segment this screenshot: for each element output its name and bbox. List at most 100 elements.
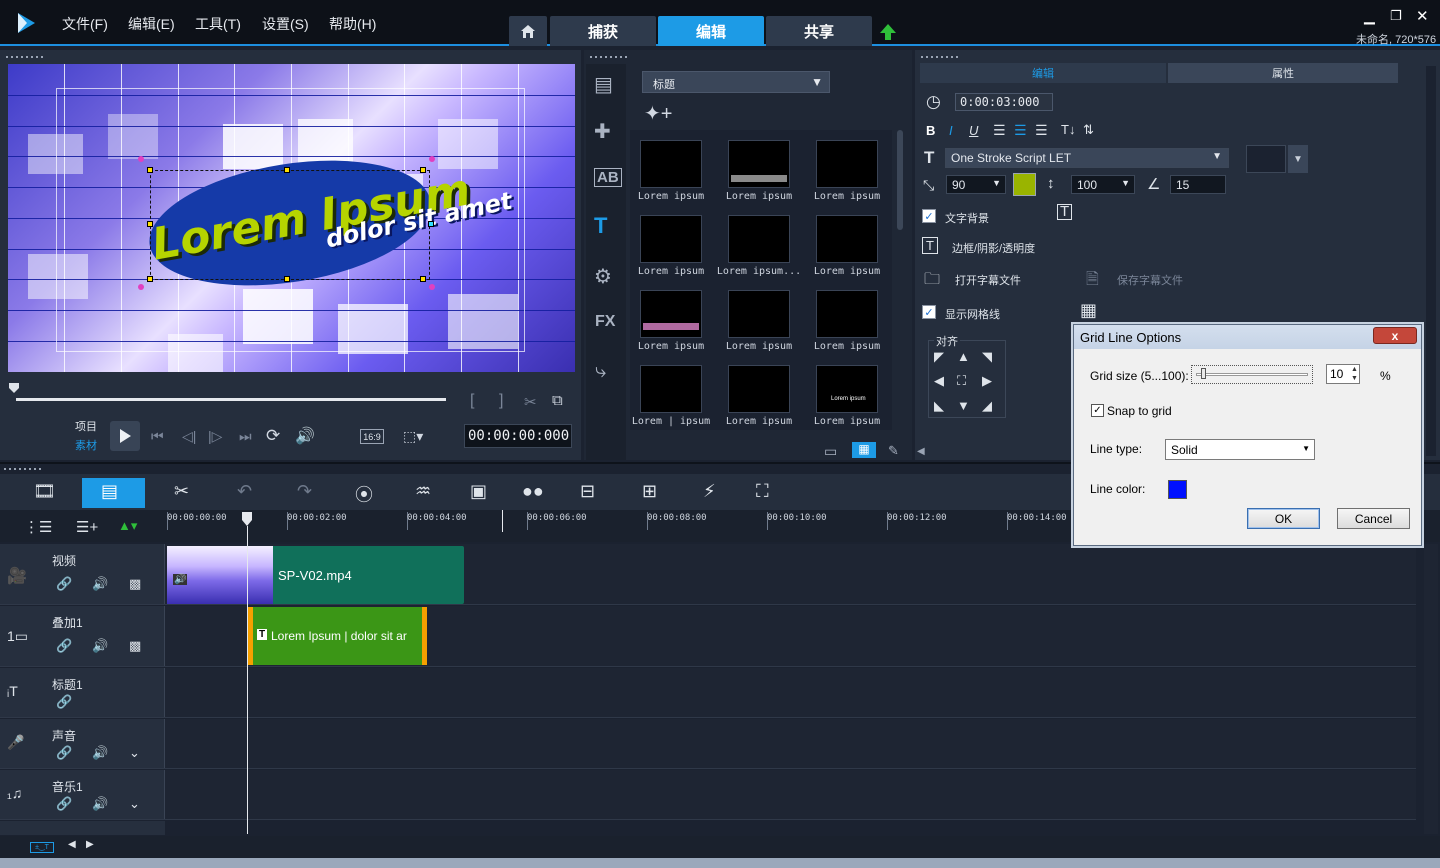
line-type-select[interactable]: Solid ▼ — [1165, 439, 1315, 460]
italic-icon[interactable]: I — [949, 123, 953, 138]
filter-fx-icon[interactable]: FX — [595, 313, 615, 331]
show-grid-checkbox[interactable]: ✓ — [922, 305, 936, 319]
title-preset-thumb[interactable]: Lorem ipsum — [816, 365, 878, 413]
align-bottom-left-icon[interactable]: ◣ — [934, 398, 944, 414]
go-start-icon[interactable]: ⏮ — [151, 428, 164, 445]
link-icon[interactable]: 🔗 — [56, 576, 72, 592]
open-subtitle-label[interactable]: 打开字幕文件 — [955, 272, 1021, 288]
close-window-icon[interactable]: ✕ — [1416, 7, 1429, 25]
grid-size-slider[interactable] — [1191, 365, 1313, 384]
menu-help[interactable]: 帮助(H) — [329, 14, 376, 34]
snap-to-grid-label[interactable]: Snap to grid — [1107, 404, 1172, 418]
title-preset-thumb[interactable] — [728, 215, 790, 263]
resize-handle[interactable] — [284, 167, 290, 173]
rotate-handle[interactable] — [138, 284, 144, 290]
mode-clip[interactable]: 素材 — [75, 437, 97, 453]
title-preset-thumb[interactable] — [728, 365, 790, 413]
prev-frame-icon[interactable]: ◁| — [182, 428, 196, 445]
preview-canvas[interactable]: Lorem Ipsum dolor sit amet — [8, 64, 575, 372]
title-preset-thumb[interactable] — [728, 140, 790, 188]
scroll-left-icon[interactable]: ◀ — [68, 839, 76, 850]
angle-field[interactable]: 15 — [1170, 175, 1226, 194]
zoom-to-fit-icon[interactable]: ±‿T — [30, 842, 54, 853]
sound-mixer-icon[interactable]: ♒ — [415, 481, 431, 502]
path-icon[interactable]: ⤷ — [595, 360, 606, 383]
rotate-handle[interactable] — [138, 156, 144, 162]
view-list-icon[interactable]: ▭ — [824, 443, 837, 460]
bold-icon[interactable]: B — [926, 123, 935, 138]
grid-toggle-icon[interactable]: ▩ — [129, 576, 141, 592]
scrubber-handle[interactable] — [9, 383, 19, 393]
link-icon[interactable]: 🔗 — [56, 796, 72, 812]
mark-in-icon[interactable]: [ — [470, 392, 474, 410]
align-center-pos-icon[interactable]: ⛶ — [957, 373, 966, 389]
tab-edit[interactable]: 编辑 — [658, 16, 764, 46]
text-background-settings-icon[interactable]: T — [1057, 204, 1073, 220]
tab-options-attributes[interactable]: 属性 — [1168, 63, 1398, 83]
resize-handle[interactable] — [147, 221, 153, 227]
title-preset-thumb[interactable] — [816, 215, 878, 263]
library-category-dropdown[interactable]: 标题 ▼ — [642, 71, 830, 93]
text-flip-icon[interactable]: ⇅ — [1083, 122, 1094, 138]
go-end-icon[interactable]: ⏭ — [239, 428, 252, 445]
align-top-right-icon[interactable]: ◥ — [982, 349, 992, 365]
resize-handle[interactable] — [147, 167, 153, 173]
playhead-handle[interactable] — [242, 512, 252, 526]
underline-icon[interactable]: U — [969, 123, 978, 138]
resize-handle[interactable] — [420, 276, 426, 282]
align-right-icon[interactable]: ☰ — [1035, 122, 1048, 139]
slider-thumb[interactable] — [1201, 368, 1206, 379]
open-subtitle-icon[interactable]: 🗀 — [924, 268, 940, 295]
add-to-favorites-icon[interactable]: ✦+ — [644, 101, 672, 126]
vertical-text-icon[interactable]: T↓ — [1061, 122, 1075, 137]
undo-icon[interactable]: ↶ — [237, 481, 252, 502]
title-icon[interactable]: T — [594, 213, 607, 239]
tab-capture[interactable]: 捕获 — [550, 16, 656, 46]
menu-file[interactable]: 文件(F) — [62, 14, 108, 34]
text-background-checkbox[interactable]: ✓ — [922, 209, 936, 223]
align-bottom-right-icon[interactable]: ◢ — [982, 398, 992, 414]
tab-options-edit[interactable]: 编辑 — [920, 63, 1166, 83]
auto-music-icon[interactable]: ▣ — [470, 481, 487, 502]
instant-project-icon[interactable]: ✚ — [594, 119, 611, 144]
title-preset-thumb[interactable] — [816, 140, 878, 188]
minimize-icon[interactable]: ▁ — [1364, 8, 1375, 25]
align-right-pos-icon[interactable]: ▶ — [982, 373, 992, 389]
volume-icon[interactable]: 🔊 — [92, 576, 108, 592]
title-preset-thumb[interactable] — [640, 140, 702, 188]
resize-handle[interactable] — [428, 221, 434, 227]
title-preset-thumb[interactable] — [816, 290, 878, 338]
font-size-field[interactable]: 90 ▼ — [946, 175, 1006, 194]
motion-tracking-icon[interactable]: ●● — [522, 481, 544, 502]
view-thumb-icon[interactable]: ▦ — [852, 442, 876, 458]
restore-icon[interactable]: ❐ — [1390, 8, 1402, 24]
scrubber-bar[interactable] — [16, 398, 446, 401]
video-clip[interactable]: 🔊 SP-V02.mp4 — [167, 546, 464, 604]
text-color-swatch[interactable] — [1013, 173, 1036, 196]
title-preset-thumb[interactable] — [640, 215, 702, 263]
timecode-field[interactable]: 00:00:00:000 — [464, 424, 572, 448]
title-preset-thumb[interactable] — [640, 365, 702, 413]
scissors-icon[interactable]: ✂ — [524, 393, 537, 411]
preset-dropdown[interactable]: ▼ — [1288, 145, 1308, 173]
mark-out-icon[interactable]: ] — [499, 392, 503, 410]
tools-icon[interactable]: ✂ — [174, 481, 189, 502]
add-track-icon[interactable]: ☰+ — [76, 518, 98, 536]
line-color-swatch[interactable] — [1168, 480, 1187, 499]
title-preset-thumb[interactable] — [640, 290, 702, 338]
multi-camera-icon[interactable]: ⊞ — [642, 481, 657, 502]
cancel-button[interactable]: Cancel — [1337, 508, 1410, 529]
resize-handle[interactable] — [147, 276, 153, 282]
title-preset-thumb[interactable] — [728, 290, 790, 338]
redo-icon[interactable]: ↷ — [297, 481, 312, 502]
enlarge-preview-icon[interactable]: ⧉ — [552, 392, 563, 409]
record-capture-icon[interactable]: ⦿ — [355, 481, 373, 507]
border-shadow-icon[interactable]: T — [922, 237, 938, 254]
text-preset-swatch[interactable] — [1246, 145, 1286, 173]
rotate-handle[interactable] — [429, 284, 435, 290]
speed-icon[interactable]: ⚡ — [703, 481, 716, 502]
repeat-icon[interactable]: ⟳ — [266, 426, 280, 446]
subtitle-editor-icon[interactable]: ⊟ — [580, 481, 595, 502]
menu-tools[interactable]: 工具(T) — [195, 14, 241, 34]
tab-share[interactable]: 共享 — [766, 16, 872, 46]
